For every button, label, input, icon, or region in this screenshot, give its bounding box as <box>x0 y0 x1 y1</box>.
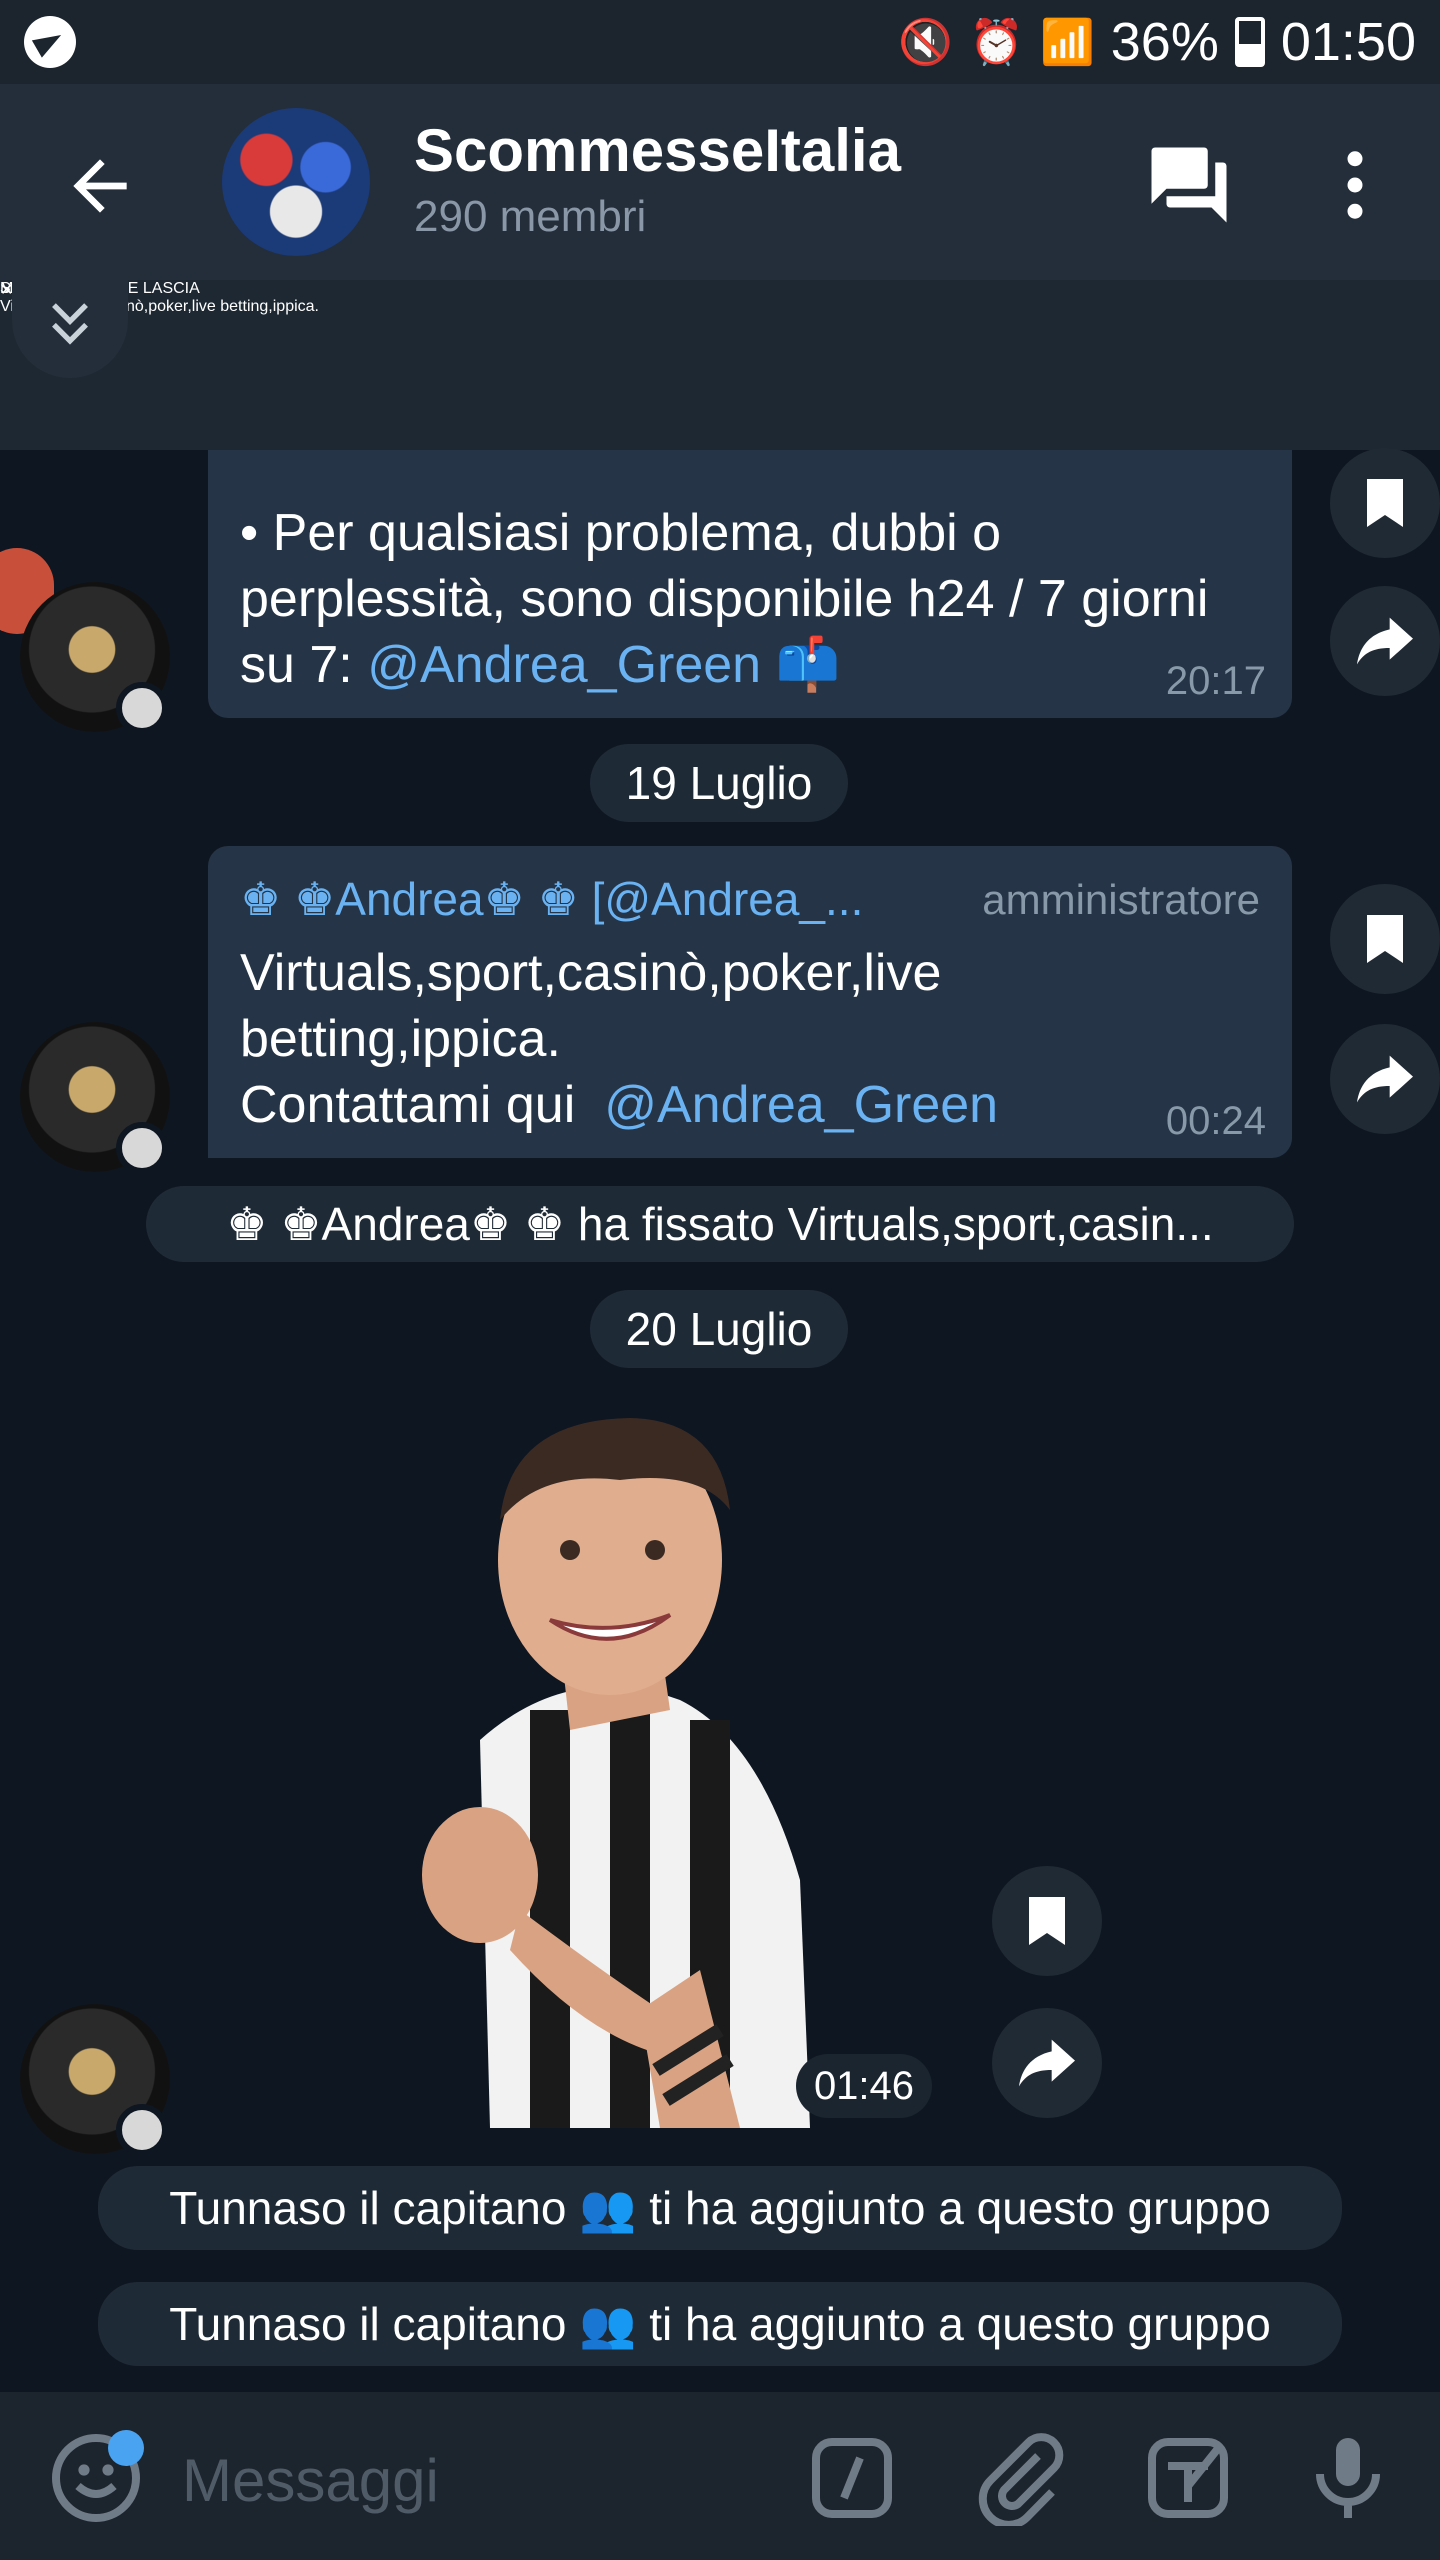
notification-dot <box>108 2430 144 2466</box>
back-arrow-icon[interactable] <box>60 146 140 226</box>
status-right: 🔇 ⏰ 📶 36% 01:50 <box>898 8 1416 76</box>
attach-icon[interactable] <box>972 2430 1068 2526</box>
mic-icon[interactable] <box>1300 2430 1396 2526</box>
online-indicator <box>116 2104 168 2156</box>
bookmark-button[interactable] <box>1330 884 1440 994</box>
share-button[interactable] <box>1330 1024 1440 1134</box>
mailbox-emoji: 📫 <box>775 636 841 694</box>
message-bubble[interactable]: ♚ ♚Andrea♚ ♚ [@Andrea_... amministratore… <box>208 846 1292 1158</box>
share-icon <box>1019 2039 1075 2087</box>
message-time: 20:17 <box>1165 659 1266 703</box>
clock: 01:50 <box>1280 12 1416 72</box>
message-time: 00:24 <box>1165 1099 1266 1143</box>
service-message-added: Tunnaso il capitano 👥 ti ha aggiunto a q… <box>98 2166 1342 2250</box>
date-divider: 20 Luglio <box>590 1290 848 1368</box>
online-indicator <box>116 682 168 734</box>
message-text: Virtuals,sport,casinò,poker,live betting… <box>240 944 999 1134</box>
mute-icon: 🔇 <box>898 17 954 68</box>
bookmark-icon <box>1367 479 1403 527</box>
sticker-time: 01:46 <box>796 2054 932 2118</box>
sticker-icon[interactable] <box>1140 2430 1236 2526</box>
admin-badge: amministratore <box>982 876 1260 923</box>
message-bubble[interactable]: • Per qualsiasi problema, dubbi o perple… <box>208 450 1292 718</box>
bookmark-button[interactable] <box>992 1866 1102 1976</box>
online-indicator <box>116 1122 168 1174</box>
command-icon[interactable] <box>804 2430 900 2526</box>
service-message-pin[interactable]: ♚ ♚Andrea♚ ♚ ha fissato Virtuals,sport,c… <box>146 1186 1294 1262</box>
bookmark-icon <box>1367 915 1403 963</box>
share-icon <box>1357 1055 1413 1103</box>
group-avatar[interactable] <box>222 108 370 256</box>
sticker-image[interactable] <box>420 1410 810 2128</box>
bookmark-button[interactable] <box>1330 448 1440 558</box>
share-button[interactable] <box>992 2008 1102 2118</box>
member-count: 290 membri <box>414 192 647 241</box>
alarm-icon: ⏰ <box>969 17 1024 68</box>
wifi-icon: 📶 <box>1039 17 1095 68</box>
more-vert-icon[interactable] <box>1310 140 1400 230</box>
date-divider: 19 Luglio <box>590 744 848 822</box>
message-text: • Per qualsiasi problema, dubbi o perple… <box>240 504 1209 694</box>
status-bar: 🔇 ⏰ 📶 36% 01:50 <box>0 0 1440 84</box>
scroll-down-icon <box>52 303 88 345</box>
report-spam-button[interactable]: SEGNALA SPAM E LASCIA <box>0 280 1440 298</box>
service-message-added: Tunnaso il capitano 👥 ti ha aggiunto a q… <box>98 2282 1342 2366</box>
battery-percent: 36% <box>1110 12 1219 72</box>
share-icon <box>1357 617 1413 665</box>
message-input[interactable]: Messaggi <box>182 2446 439 2515</box>
mention-link[interactable]: @Andrea_Green <box>367 636 761 694</box>
sender-name[interactable]: ♚ ♚Andrea♚ ♚ [@Andrea_... <box>240 872 863 926</box>
mention-link[interactable]: @Andrea_Green <box>604 1076 998 1134</box>
bookmark-icon <box>1029 1897 1065 1945</box>
share-button[interactable] <box>1330 586 1440 696</box>
telegram-notification-icon <box>24 16 76 68</box>
group-title[interactable]: ScommesseItalia <box>414 116 901 185</box>
battery-icon <box>1234 17 1265 67</box>
discussion-icon[interactable] <box>1144 140 1234 230</box>
